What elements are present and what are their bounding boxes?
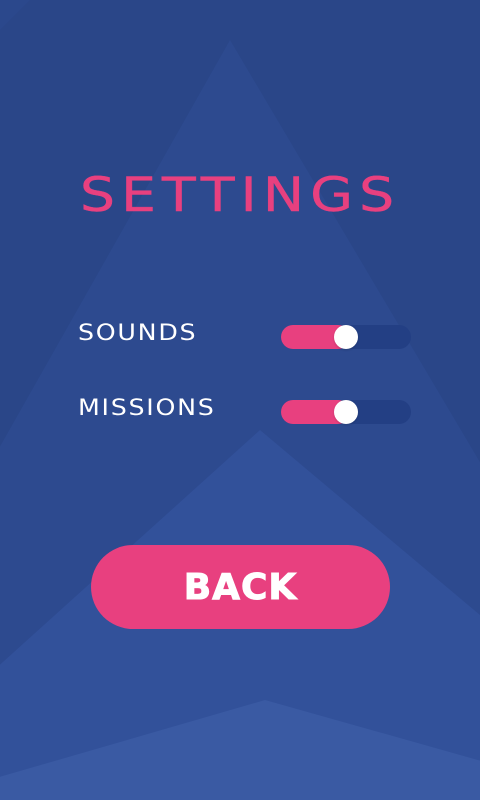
sounds-setting-row: SOUNDS: [78, 318, 412, 349]
missions-slider-knob[interactable]: [334, 400, 358, 424]
back-button[interactable]: BACK: [91, 545, 390, 629]
missions-label: MISSIONS: [78, 396, 216, 421]
sounds-slider-knob[interactable]: [334, 325, 358, 349]
page-title: SETTINGS: [79, 168, 401, 223]
sounds-slider[interactable]: [281, 325, 411, 349]
back-button-label: BACK: [183, 566, 298, 608]
sounds-label: SOUNDS: [78, 321, 198, 346]
missions-slider[interactable]: [281, 400, 411, 424]
missions-setting-row: MISSIONS: [78, 393, 412, 424]
